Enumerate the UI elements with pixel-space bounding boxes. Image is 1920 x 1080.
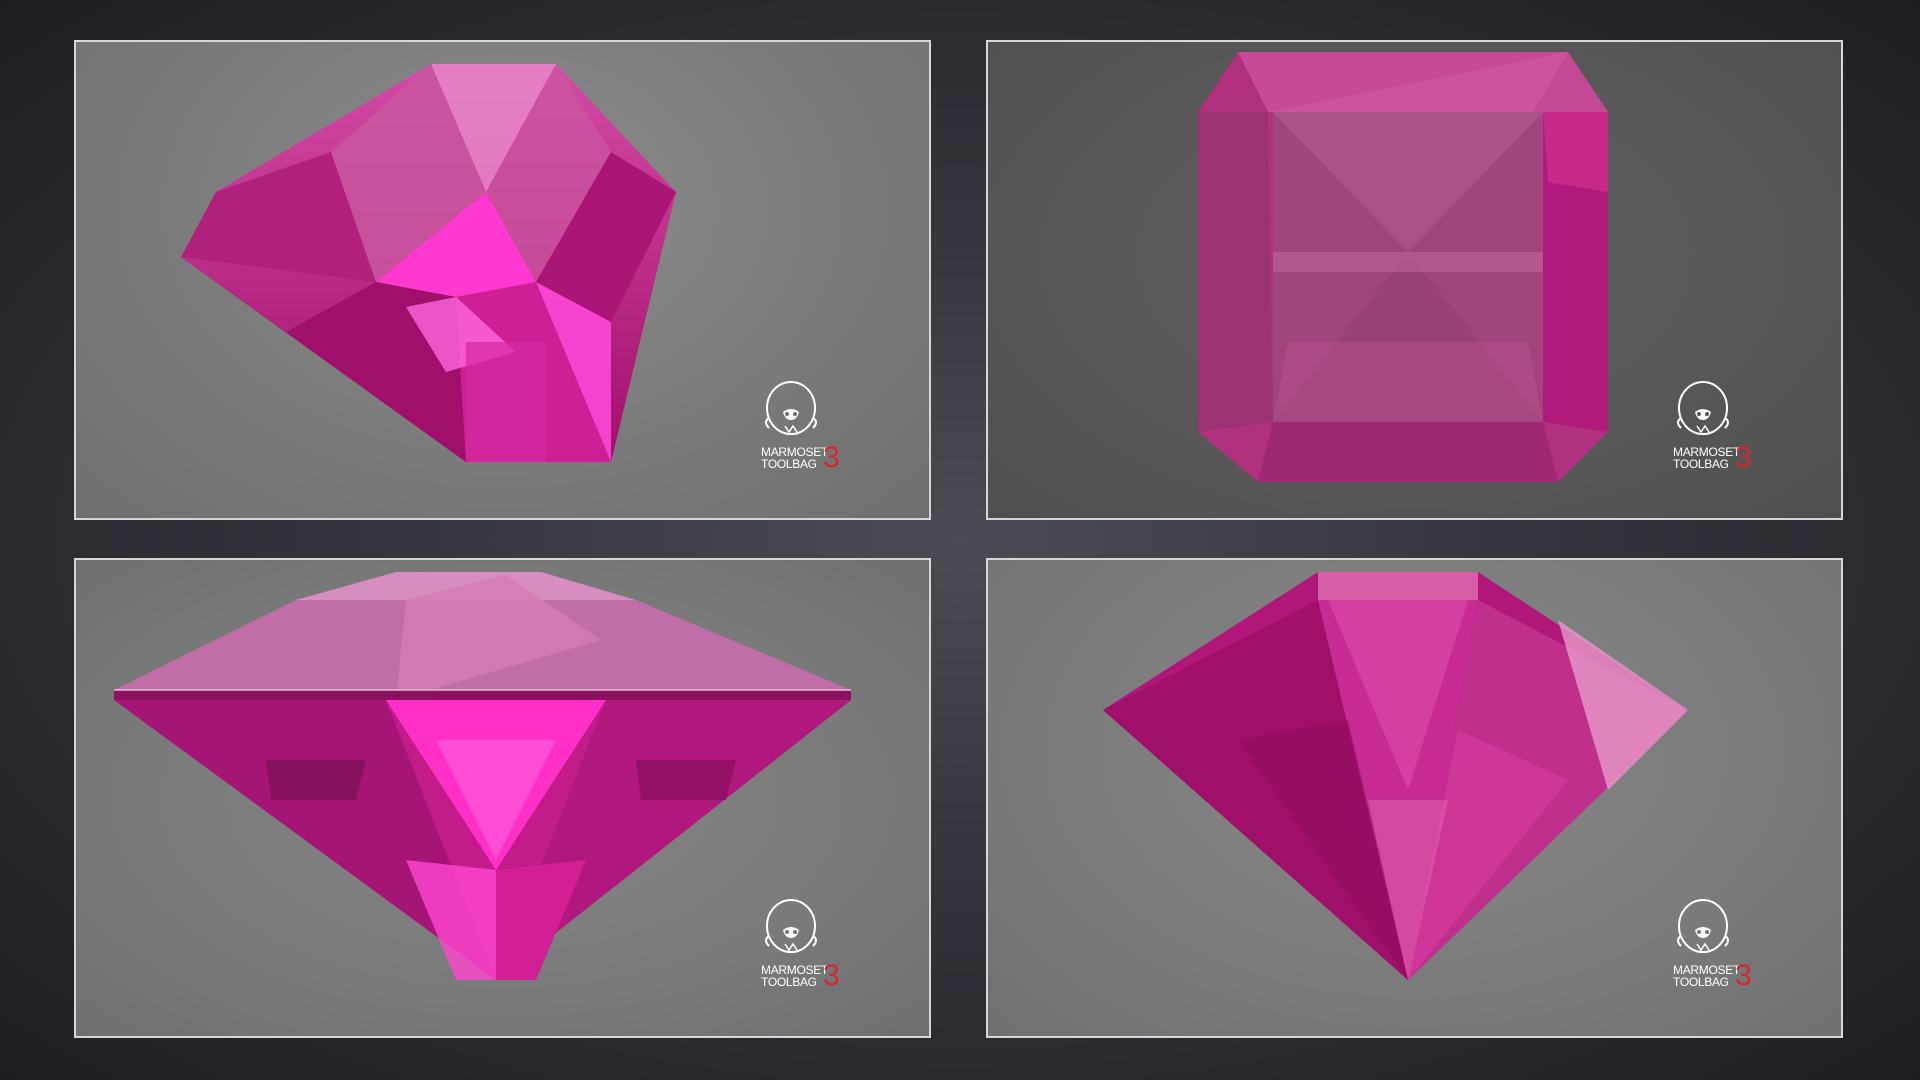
logo-wordmark: MARMOSET TOOLBAG (761, 446, 828, 470)
logo-line2: TOOLBAG (1673, 457, 1729, 471)
monkey-skull-icon (765, 381, 817, 435)
logo-version: 3 (823, 441, 840, 474)
marmoset-toolbag-logo: MARMOSET TOOLBAG 3 (761, 892, 851, 996)
logo-version: 3 (1735, 959, 1752, 992)
marmoset-toolbag-logo: MARMOSET TOOLBAG 3 (1673, 374, 1763, 478)
logo-line2: TOOLBAG (1673, 975, 1729, 989)
logo-wordmark: MARMOSET TOOLBAG (1673, 446, 1740, 470)
monkey-skull-icon (1677, 381, 1729, 435)
logo-line2: TOOLBAG (761, 975, 817, 989)
marmoset-toolbag-logo: MARMOSET TOOLBAG 3 (761, 374, 851, 478)
logo-wordmark: MARMOSET TOOLBAG (1673, 964, 1740, 988)
logo-version: 3 (1735, 441, 1752, 474)
monkey-skull-icon (1677, 899, 1729, 953)
marmoset-toolbag-logo: MARMOSET TOOLBAG 3 (1673, 892, 1763, 996)
render-panel-top-oblique: MARMOSET TOOLBAG 3 (74, 40, 931, 520)
logo-line2: TOOLBAG (761, 457, 817, 471)
render-panel-pavilion: MARMOSET TOOLBAG 3 (986, 558, 1843, 1038)
logo-version: 3 (823, 959, 840, 992)
render-panel-top-down: MARMOSET TOOLBAG 3 (986, 40, 1843, 520)
monkey-skull-icon (765, 899, 817, 953)
render-panel-side: MARMOSET TOOLBAG 3 (74, 558, 931, 1038)
logo-wordmark: MARMOSET TOOLBAG (761, 964, 828, 988)
